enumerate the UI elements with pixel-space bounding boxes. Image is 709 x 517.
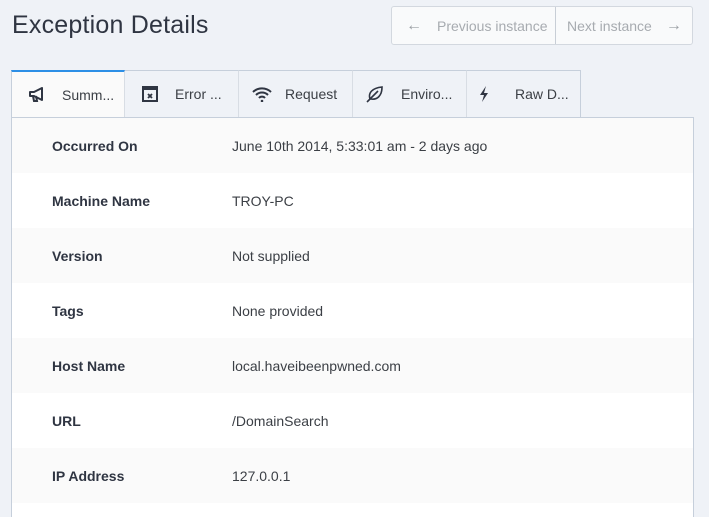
detail-label: Machine Name [52,192,151,209]
detail-row-url: URL /DomainSearch [12,393,693,448]
detail-value: June 10th 2014, 5:33:01 am - 2 days ago [232,137,488,154]
previous-instance-button[interactable]: ← Previous instance [392,7,556,44]
tab-request[interactable]: Request [239,70,353,117]
tab-label: Summ... [62,87,115,103]
detail-row-occurred-on: Occurred On June 10th 2014, 5:33:01 am -… [12,118,693,173]
tab-label: Error ... [175,86,222,102]
tab-raw-data[interactable]: Raw D... [467,70,581,117]
detail-label: Occurred On [52,137,138,154]
tab-summary[interactable]: Summ... [11,70,125,118]
detail-row-machine-name: Machine Name TROY-PC [12,173,693,228]
page-title: Exception Details [12,11,209,39]
wifi-icon [239,86,285,102]
detail-row-tags: Tags None provided [12,283,693,338]
next-instance-button[interactable]: Next instance → [556,7,692,44]
next-instance-label: Next instance [567,17,652,34]
summary-panel: Occurred On June 10th 2014, 5:33:01 am -… [11,117,694,517]
tab-label: Raw D... [515,86,569,102]
leaf-icon [353,85,397,103]
detail-value: Not supplied [232,247,310,264]
arrow-right-icon: → [665,16,682,34]
arrow-left-icon: ← [406,16,422,34]
lightning-icon [467,86,501,102]
detail-value: TROY-PC [232,192,294,209]
detail-label: URL [52,412,81,429]
error-window-icon [125,86,175,102]
detail-label: Host Name [52,357,126,374]
detail-label: Version [52,247,103,264]
tab-label: Enviro... [401,86,453,102]
tab-bar: Summ... Error ... Request Enviro... Raw … [11,70,581,118]
detail-row-host-name: Host Name local.haveibeenpwned.com [12,338,693,393]
detail-value: local.haveibeenpwned.com [232,357,401,374]
detail-row-version: Version Not supplied [12,228,693,283]
megaphone-icon [12,87,62,103]
detail-value: /DomainSearch [232,412,329,429]
detail-label: IP Address [52,467,125,484]
detail-label: Tags [52,302,84,319]
previous-instance-label: Previous instance [437,17,548,34]
tab-environment[interactable]: Enviro... [353,70,467,117]
tab-error[interactable]: Error ... [125,70,239,117]
instance-navigation: ← Previous instance Next instance → [391,6,693,45]
detail-value: None provided [232,302,324,319]
detail-value: 127.0.0.1 [232,467,291,484]
detail-row-ip-address: IP Address 127.0.0.1 [12,448,693,503]
tab-label: Request [285,86,338,102]
